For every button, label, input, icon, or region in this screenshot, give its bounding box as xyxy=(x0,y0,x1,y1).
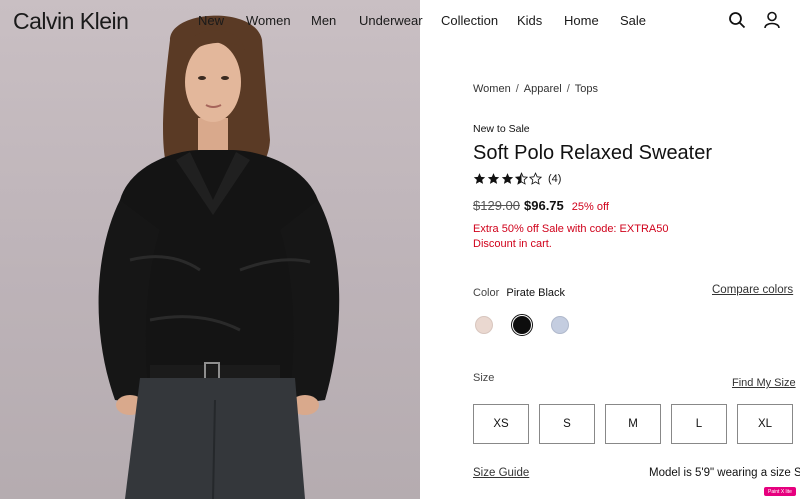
product-rating[interactable]: (4) xyxy=(473,172,561,185)
breadcrumb-women[interactable]: Women xyxy=(473,83,511,95)
sale-price: $96.75 xyxy=(524,198,564,213)
rating-stars xyxy=(473,172,542,185)
model-illustration xyxy=(98,15,340,499)
site-header: Calvin Klein New Women Men Underwear Col… xyxy=(0,0,800,42)
breadcrumb-tops[interactable]: Tops xyxy=(575,83,598,95)
color-label: Color xyxy=(473,287,500,299)
price-block: $129.00 $96.75 25% off xyxy=(473,198,609,213)
nav-item-sale[interactable]: Sale xyxy=(620,13,646,28)
compare-colors-link[interactable]: Compare colors xyxy=(712,284,793,296)
star-half-icon xyxy=(515,172,528,185)
size-label: Size xyxy=(473,372,495,384)
nav-item-men[interactable]: Men xyxy=(311,13,336,28)
selected-color: Pirate Black xyxy=(506,287,566,299)
nav-item-new[interactable]: New xyxy=(198,13,224,28)
extension-badge[interactable]: Paint X lite xyxy=(764,487,796,496)
star-full-icon xyxy=(501,173,514,184)
nav-item-home[interactable]: Home xyxy=(564,13,599,28)
nav-item-women[interactable]: Women xyxy=(246,13,291,28)
search-icon[interactable] xyxy=(728,11,746,29)
size-xl-button[interactable]: XL xyxy=(737,404,793,444)
product-title: Soft Polo Relaxed Sweater xyxy=(473,142,713,164)
promo-message: Extra 50% off Sale with code: EXTRA50 Di… xyxy=(473,223,669,250)
original-price: $129.00 xyxy=(473,198,520,213)
swatch-light-blue[interactable] xyxy=(549,314,571,336)
breadcrumb: Women / Apparel / Tops xyxy=(473,83,598,95)
find-my-size-link[interactable]: Find My Size xyxy=(732,377,796,389)
discount-percent: 25% off xyxy=(571,201,609,213)
size-xs-button[interactable]: XS xyxy=(473,404,529,444)
size-l-button[interactable]: L xyxy=(671,404,727,444)
size-options: XS S M L XL xyxy=(473,404,793,444)
model-size-info: Model is 5'9" wearing a size S xyxy=(649,467,800,479)
nav-item-kids[interactable]: Kids xyxy=(517,13,542,28)
size-s-button[interactable]: S xyxy=(539,404,595,444)
breadcrumb-apparel[interactable]: Apparel xyxy=(524,83,562,95)
color-label-row: Color Pirate Black xyxy=(473,287,565,299)
review-count[interactable]: (4) xyxy=(548,173,561,185)
product-tag: New to Sale xyxy=(473,123,530,135)
star-full-icon xyxy=(473,173,486,184)
account-icon[interactable] xyxy=(763,11,781,29)
star-empty-icon xyxy=(529,172,542,185)
size-guide-link[interactable]: Size Guide xyxy=(473,467,529,479)
color-swatches xyxy=(473,314,571,336)
brand-logo[interactable]: Calvin Klein xyxy=(13,8,129,35)
nav-item-collection[interactable]: Collection xyxy=(441,13,498,28)
swatch-black[interactable] xyxy=(511,314,533,336)
swatch-beige[interactable] xyxy=(473,314,495,336)
product-image xyxy=(0,0,420,499)
product-details: Women / Apparel / Tops New to Sale Soft … xyxy=(420,42,800,499)
size-m-button[interactable]: M xyxy=(605,404,661,444)
nav-item-underwear[interactable]: Underwear xyxy=(359,13,423,28)
star-full-icon xyxy=(487,173,500,184)
